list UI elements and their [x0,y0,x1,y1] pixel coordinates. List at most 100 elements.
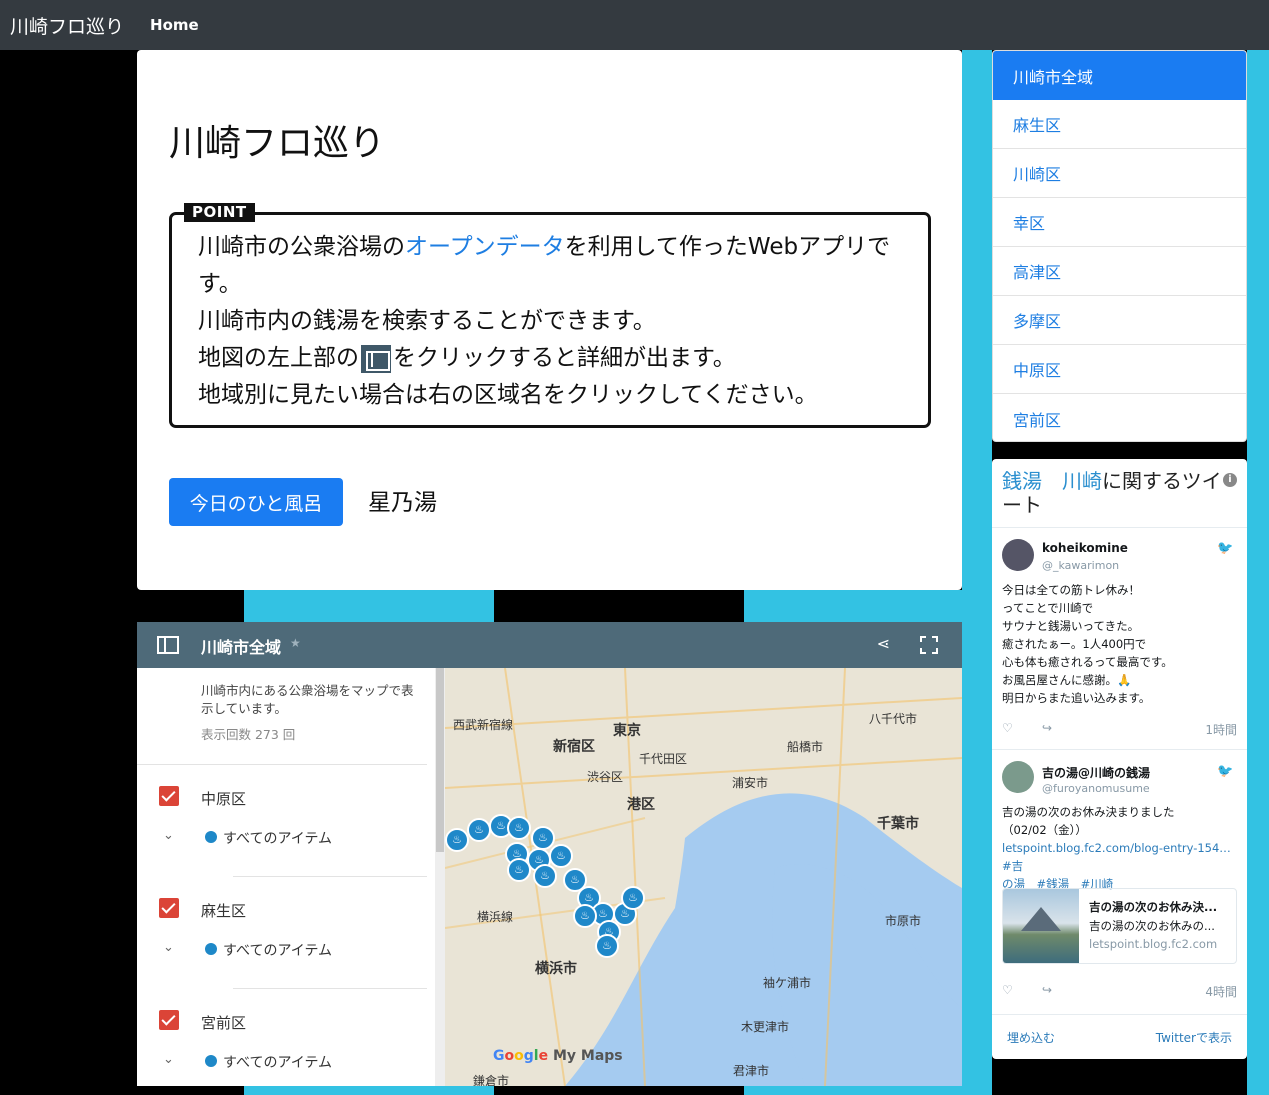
ward-item-miyamae[interactable]: 宮前区 [993,394,1246,441]
ward-item-kawasaki[interactable]: 川崎区 [993,149,1246,198]
like-icon[interactable]: ♡ [1002,721,1013,735]
map-label: 千葉市 [877,816,919,832]
map-label: 新宿区 [553,739,595,755]
timeline-footer: 埋め込む Twitterで表示 [992,1019,1247,1059]
info-icon[interactable]: i [1223,473,1237,487]
google-my-maps-logo: Google My Maps [493,1048,623,1064]
divider [233,876,427,877]
heading-keyword[interactable]: 川崎 [1062,469,1102,493]
link-preview-card[interactable]: 吉の湯の次のお休み決... 吉の湯の次のお休みの... letspoint.bl… [1002,888,1237,964]
timeline-heading: 銭湯 川崎に関するツイート [1002,469,1222,517]
share-icon[interactable]: ↪ [1042,721,1052,735]
share-icon[interactable]: ⋖ [877,634,890,653]
map-label: 袖ケ浦市 [763,976,812,990]
bathhouse-marker[interactable]: ♨ [621,886,645,910]
map-header: 川崎市全域 ★ ⋖ [137,622,962,668]
map-label: 船橋市 [787,740,824,754]
today-bath-name: 星乃湯 [368,490,437,516]
tweet-author-name[interactable]: koheikomine [1042,541,1128,555]
bathhouse-marker[interactable]: ♨ [595,934,619,958]
tweet-text: 今日は全ての筋トレ休み！ ってことで川崎で サウナと銭湯いってきた。 癒されたぁ… [1002,583,1173,705]
map-label: 港区 [627,797,655,813]
view-on-twitter-link[interactable]: Twitterで表示 [1156,1029,1232,1046]
open-data-link[interactable]: オープンデータ [405,234,565,260]
map-label: 横浜線 [477,910,514,924]
tweet-link[interactable]: letspoint.blog.fc2.com/blog-entry-154… [1002,841,1231,855]
like-icon[interactable]: ♡ [1002,983,1013,997]
bathhouse-marker[interactable]: ♨ [533,864,557,888]
fullscreen-icon[interactable] [920,636,938,654]
divider [233,988,427,989]
map-canvas[interactable]: 東京 新宿区 千代田区 渋谷区 港区 船橋市 浦安市 千葉市 八千代市 西武新宿… [445,668,962,1086]
all-items-link[interactable]: すべてのアイテム [223,940,332,960]
share-icon[interactable]: ↪ [1042,983,1052,997]
map-label: 千代田区 [639,752,688,766]
today-bath-button[interactable]: 今日のひと風呂 [169,478,343,526]
link-thumbnail [1003,889,1079,963]
tweet-time[interactable]: 4時間 [1205,983,1237,1000]
ward-item-all[interactable]: 川崎市全域 [993,51,1246,100]
point-label: POINT [184,203,255,222]
divider [992,749,1247,750]
avatar[interactable] [1002,761,1034,793]
tweet-time[interactable]: 1時間 [1205,721,1237,738]
ward-item-takatsu[interactable]: 高津区 [993,247,1246,296]
my-maps-embed: 川崎市全域 ★ ⋖ 川崎市内にある公衆浴場をマップで表示しています。 表示回数 … [137,622,962,1086]
divider [137,764,427,765]
layer-checkbox[interactable] [159,1010,179,1030]
onsen-icon [205,943,217,955]
chevron-down-icon[interactable]: ⌄ [163,940,174,955]
tweet-author-name[interactable]: 吉の湯@川崎の銭湯 [1042,764,1150,781]
ward-item-asao[interactable]: 麻生区 [993,100,1246,149]
bathhouse-marker[interactable]: ♨ [531,826,555,850]
twitter-bird-icon[interactable]: 🐦 [1217,541,1233,556]
background-stripe [744,590,962,622]
layer-name[interactable]: 麻生区 [201,900,246,921]
heading-keyword[interactable]: 銭湯 [1002,469,1042,493]
twitter-bird-icon[interactable]: 🐦 [1217,764,1233,779]
map-description: 川崎市内にある公衆浴場をマップで表示しています。 [201,683,414,716]
avatar[interactable] [1002,539,1034,571]
sidebar-toggle-icon[interactable] [157,636,179,654]
chevron-down-icon[interactable]: ⌄ [163,828,174,843]
hashtag[interactable]: #吉 [1002,859,1023,873]
tweet-author-handle[interactable]: @_kawarimon [1042,559,1119,572]
bathhouse-marker[interactable]: ♨ [445,828,469,852]
bathhouse-marker[interactable]: ♨ [573,904,597,928]
map-title[interactable]: 川崎市全域 [201,634,281,658]
layer-name[interactable]: 中原区 [201,788,246,809]
all-items-link[interactable]: すべてのアイテム [223,828,332,848]
tweet-author-handle[interactable]: @furoyanomusume [1042,782,1150,795]
point-text: 川崎市の公衆浴場のオープンデータを利用して作ったWebアプリです。 川崎市内の銭… [198,234,891,408]
point-box: POINT 川崎市の公衆浴場のオープンデータを利用して作ったWebアプリです。 … [169,203,931,428]
bathhouse-marker[interactable]: ♨ [549,844,573,868]
layer-checkbox[interactable] [159,786,179,806]
nav-home-link[interactable]: Home [150,16,199,34]
layer-name[interactable]: 宮前区 [201,1012,246,1033]
chevron-down-icon[interactable]: ⌄ [163,1052,174,1067]
panel-scrollbar[interactable] [435,668,445,1086]
map-label: 市原市 [885,914,922,928]
onsen-icon [205,831,217,843]
link-url: letspoint.blog.fc2.com [1089,937,1218,951]
layer-checkbox[interactable] [159,898,179,918]
map-label: 浦安市 [732,776,769,790]
ward-item-tama[interactable]: 多摩区 [993,296,1246,345]
map-label: 鎌倉市 [473,1074,510,1086]
ward-item-nakahara[interactable]: 中原区 [993,345,1246,394]
background-stripe [744,1086,992,1095]
star-icon[interactable]: ★ [290,636,301,650]
link-description: 吉の湯の次のお休みの... [1089,919,1215,933]
divider [992,1014,1247,1015]
bathhouse-marker[interactable]: ♨ [507,858,531,882]
ward-list: 川崎市全域 麻生区 川崎区 幸区 高津区 多摩区 中原区 宮前区 [992,50,1247,442]
map-legend-panel: 川崎市内にある公衆浴場をマップで表示しています。 表示回数 273 回 中原区 … [137,668,445,1086]
ward-item-saiwai[interactable]: 幸区 [993,198,1246,247]
all-items-link[interactable]: すべてのアイテム [223,1052,332,1072]
embed-link[interactable]: 埋め込む [1007,1029,1055,1046]
map-label: 君津市 [733,1064,770,1078]
bathhouse-marker[interactable]: ♨ [467,818,491,842]
bathhouse-marker[interactable]: ♨ [507,816,531,840]
navbar-brand[interactable]: 川崎フロ巡り [10,12,124,39]
background-stripe [244,590,494,622]
